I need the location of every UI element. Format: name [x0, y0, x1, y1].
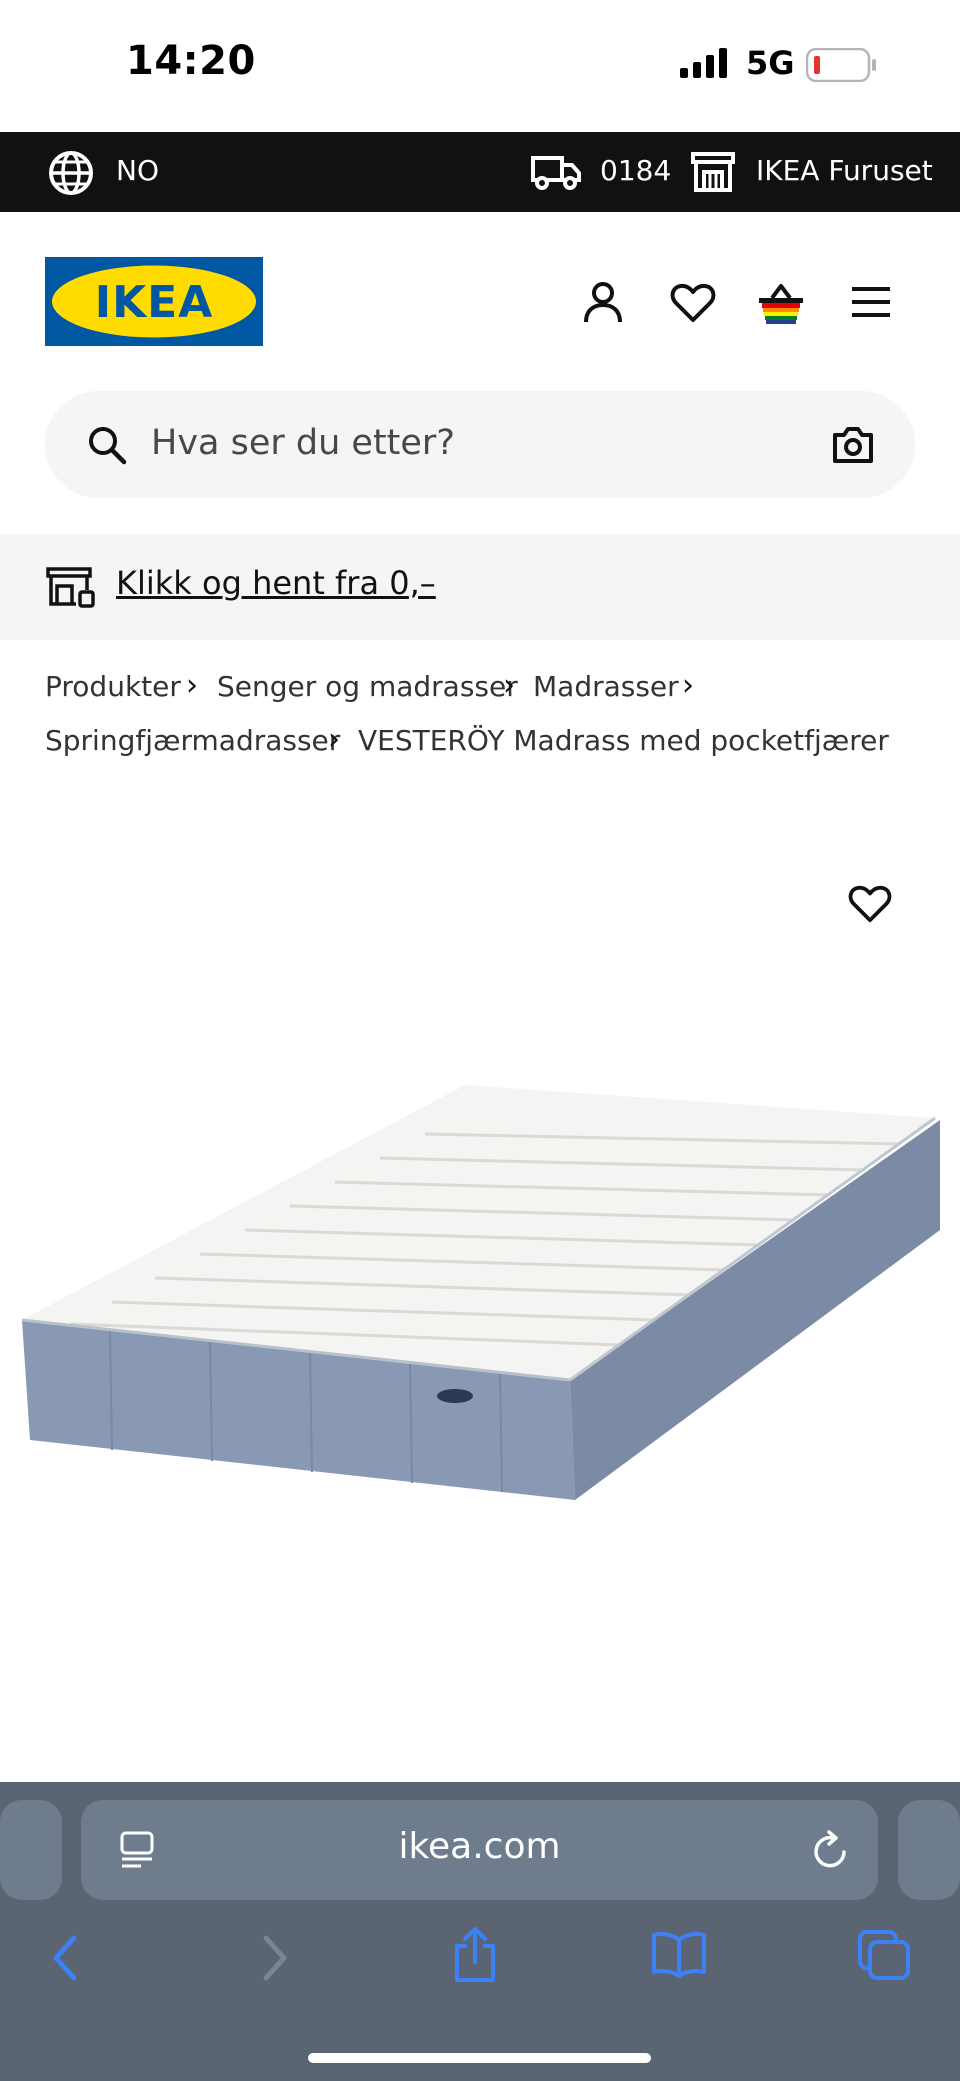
breadcrumb-item[interactable]: Senger og madrasser	[217, 670, 518, 703]
store-name[interactable]: IKEA Furuset	[756, 154, 933, 187]
heart-icon[interactable]	[670, 282, 716, 324]
user-icon[interactable]	[580, 280, 626, 326]
chevron-right-icon: ›	[682, 668, 694, 703]
logo-text: IKEA	[94, 277, 214, 328]
store-pickup-icon	[46, 567, 95, 608]
bookmarks-icon[interactable]	[650, 1930, 708, 1978]
chevron-right-icon: ›	[503, 668, 515, 703]
mattress-image	[21, 1085, 940, 1500]
chevron-right-icon: ›	[186, 668, 198, 703]
back-icon[interactable]	[48, 1934, 82, 1982]
menu-icon[interactable]	[850, 284, 892, 320]
top-info-bar: NO 0184 IKEA Furuset	[0, 132, 960, 212]
reload-icon[interactable]	[811, 1828, 851, 1872]
camera-icon[interactable]	[831, 425, 875, 465]
breadcrumb-item[interactable]: Produkter	[45, 670, 181, 703]
search-input[interactable]: Hva ser du etter?	[151, 423, 455, 463]
language-label[interactable]: NO	[116, 154, 159, 187]
search-bar[interactable]: Hva ser du etter?	[45, 391, 915, 498]
delivery-truck-icon[interactable]	[530, 152, 582, 192]
click-collect-banner[interactable]: Klikk og hent fra 0,–	[0, 534, 960, 640]
share-icon[interactable]	[450, 1926, 500, 1984]
home-indicator[interactable]	[308, 2053, 651, 2063]
store-icon[interactable]	[690, 150, 736, 194]
chevron-right-icon: ›	[328, 722, 340, 757]
basket-icon[interactable]	[756, 282, 806, 326]
breadcrumb-item[interactable]: Madrasser	[533, 670, 679, 703]
signal-icon	[680, 48, 727, 78]
globe-icon[interactable]	[48, 150, 94, 196]
breadcrumb-item[interactable]: Springfjærmadrasser	[45, 724, 340, 757]
next-tab-pill[interactable]	[898, 1800, 960, 1900]
battery-icon	[806, 48, 876, 82]
network-label: 5G	[746, 44, 795, 82]
ikea-logo[interactable]: IKEA	[45, 257, 263, 346]
breadcrumb-current: VESTERÖY Madrass med pocketfjærer	[358, 724, 889, 757]
forward-icon	[263, 1935, 287, 1981]
address-bar[interactable]: ikea.com	[81, 1800, 878, 1900]
click-collect-link[interactable]: Klikk og hent fra 0,–	[116, 564, 436, 602]
search-icon	[89, 427, 127, 465]
previous-tab-pill[interactable]	[0, 1800, 62, 1900]
url-text[interactable]: ikea.com	[81, 1826, 878, 1867]
postal-code[interactable]: 0184	[600, 154, 671, 187]
status-time: 14:20	[126, 38, 256, 84]
tabs-icon[interactable]	[856, 1928, 912, 1982]
